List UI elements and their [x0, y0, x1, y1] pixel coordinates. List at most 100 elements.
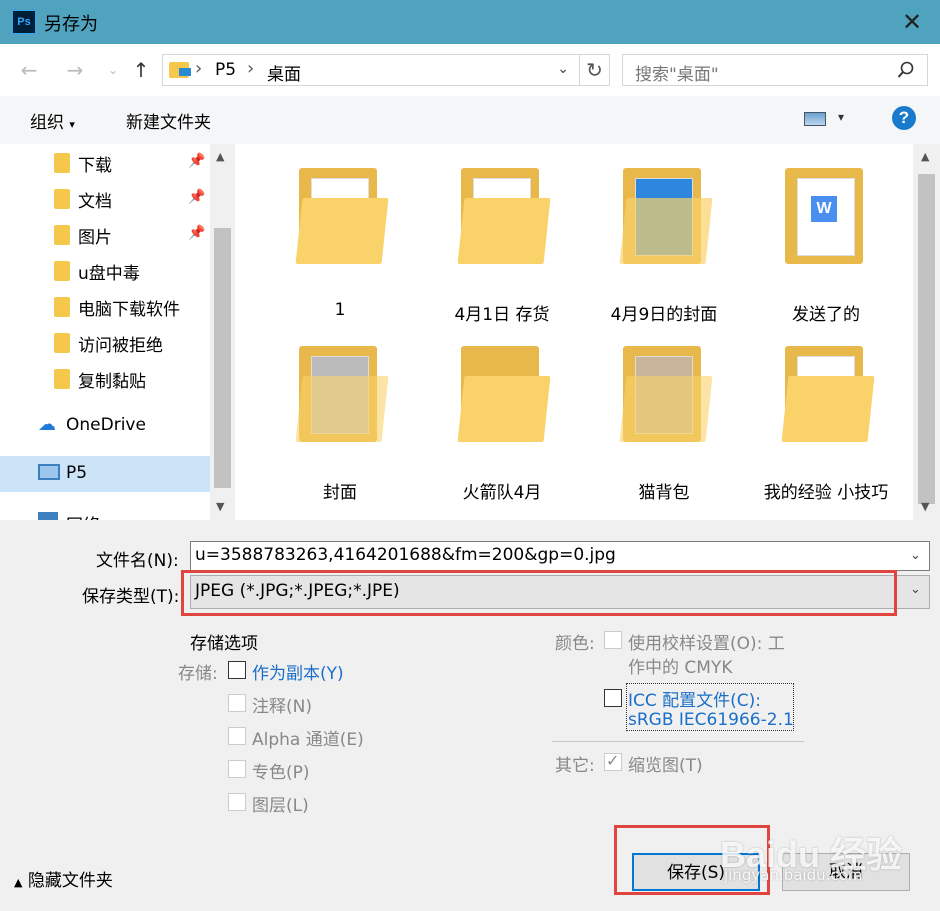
sidebar-item-label: 下载	[78, 156, 112, 176]
sidebar-item-label: P5	[66, 463, 88, 483]
alpha-channel-checkbox	[228, 727, 246, 745]
chevron-down-icon[interactable]: ⌄	[557, 61, 569, 77]
refresh-icon[interactable]: ↻	[579, 55, 609, 85]
sidebar-item-downloads[interactable]: 下载 📌	[0, 144, 210, 180]
sidebar-item-network[interactable]: 网络	[0, 504, 210, 520]
folder-icon	[781, 346, 875, 442]
command-toolbar: 组织 ▾ 新建文件夹	[0, 96, 940, 144]
folder-item[interactable]: 4月1日 存货	[427, 144, 577, 325]
file-list-scrollbar[interactable]: ▲ ▼	[913, 144, 940, 520]
search-icon	[897, 61, 914, 78]
proof-setup-checkbox	[604, 631, 622, 649]
folder-preview-icon	[295, 346, 389, 442]
sidebar-scrollbar[interactable]: ▲ ▼	[210, 144, 235, 520]
folder-icon	[54, 369, 70, 389]
close-button[interactable]: ✕	[898, 8, 926, 36]
as-copy-checkbox[interactable]	[228, 661, 246, 679]
pin-icon: 📌	[188, 225, 206, 241]
folder-item[interactable]: 封面	[265, 322, 415, 503]
scroll-down-icon[interactable]: ▼	[921, 500, 929, 513]
cloud-icon: ☁	[38, 414, 56, 435]
breadcrumb-p5[interactable]: P5	[215, 60, 236, 80]
folder-item[interactable]: 猫背包	[589, 322, 739, 503]
sidebar-item-label: 访问被拒绝	[78, 336, 163, 356]
options-divider	[552, 741, 804, 742]
forward-arrow-icon[interactable]: →	[62, 57, 88, 83]
caret-up-icon: ▲	[14, 876, 23, 889]
sidebar-item-access-denied[interactable]: 访问被拒绝	[0, 324, 210, 360]
help-icon[interactable]: ?	[892, 106, 916, 130]
folder-icon	[54, 333, 70, 353]
folder-preview-icon	[619, 346, 713, 442]
icc-profile-label-line1[interactable]: ICC 配置文件(C):	[628, 686, 761, 711]
breadcrumb-separator-icon: ›	[195, 58, 203, 79]
folder-item[interactable]: 火箭队4月	[427, 322, 577, 503]
filename-label: 文件名(N):	[96, 551, 179, 571]
window-title: 另存为	[44, 14, 98, 35]
alpha-channel-label: Alpha 通道(E)	[252, 730, 364, 750]
folder-name: 1	[334, 300, 346, 320]
back-arrow-icon[interactable]: ←	[16, 57, 42, 83]
icc-profile-label-line2[interactable]: sRGB IEC61966-2.1	[628, 710, 794, 730]
recent-chevron-down-icon[interactable]: ⌄	[100, 57, 126, 83]
pin-icon: 📌	[188, 189, 206, 205]
folder-name: 我的经验 小技巧	[763, 483, 889, 503]
sidebar-item-label: 网络	[66, 511, 100, 520]
thumbnail-label: 缩览图(T)	[628, 756, 703, 776]
sidebar-item-u-disk[interactable]: u盘中毒	[0, 252, 210, 288]
storage-options-heading: 存储选项	[190, 634, 258, 654]
spot-color-checkbox	[228, 760, 246, 778]
breadcrumb-desktop[interactable]: 桌面	[267, 60, 301, 85]
scroll-down-icon[interactable]: ▼	[216, 500, 224, 513]
sidebar-item-label: 文档	[78, 192, 112, 212]
filename-field[interactable]: u=3588783263,4164201688&fm=200&gp=0.jpg	[190, 541, 930, 571]
folder-icon	[54, 261, 70, 281]
sidebar-item-copy-paste[interactable]: 复制黏贴	[0, 360, 210, 396]
word-document-folder-icon: W	[785, 168, 871, 264]
folder-item[interactable]: W 发送了的	[751, 144, 901, 325]
folder-item[interactable]: 我的经验 小技巧	[751, 322, 901, 503]
hide-folders-toggle[interactable]: ▲ 隐藏文件夹	[14, 866, 113, 891]
sidebar-item-label: 图片	[78, 228, 112, 248]
icc-profile-checkbox[interactable]	[604, 689, 622, 707]
folder-item[interactable]: 4月9日的封面	[589, 144, 739, 325]
view-mode-icon[interactable]	[804, 112, 826, 126]
save-type-label: 保存类型(T):	[82, 587, 180, 607]
sidebar-item-pictures[interactable]: 图片 📌	[0, 216, 210, 252]
folder-item[interactable]: 1	[265, 144, 415, 320]
new-folder-button[interactable]: 新建文件夹	[126, 108, 211, 133]
hide-folders-label: 隐藏文件夹	[27, 871, 113, 891]
as-copy-label[interactable]: 作为副本(Y)	[252, 659, 344, 684]
network-icon	[38, 512, 58, 520]
layers-label: 图层(L)	[252, 796, 309, 816]
download-folder-icon	[54, 153, 70, 173]
chevron-down-icon[interactable]: ⌄	[910, 582, 921, 597]
organize-button[interactable]: 组织 ▾	[30, 108, 75, 133]
folder-icon	[169, 62, 191, 78]
sidebar-item-onedrive[interactable]: ☁ OneDrive	[0, 408, 210, 444]
scroll-up-icon[interactable]: ▲	[921, 150, 929, 163]
pin-icon: 📌	[188, 153, 206, 169]
spot-color-label: 专色(P)	[252, 763, 310, 783]
sidebar-item-software[interactable]: 电脑下载软件	[0, 288, 210, 324]
up-arrow-icon[interactable]: ↑	[128, 57, 154, 83]
folder-name: 封面	[323, 483, 357, 503]
scroll-up-icon[interactable]: ▲	[216, 150, 224, 163]
address-bar[interactable]: › P5 › 桌面 ⌄ ↻	[162, 54, 610, 86]
folder-name: 火箭队4月	[462, 483, 542, 503]
scrollbar-thumb[interactable]	[918, 174, 935, 504]
search-input[interactable]: 搜索"桌面"	[622, 54, 928, 86]
photoshop-icon: Ps	[12, 10, 36, 34]
notes-label: 注释(N)	[252, 697, 312, 717]
color-label: 颜色:	[555, 634, 595, 654]
sidebar-item-p5[interactable]: P5	[0, 456, 210, 492]
storage-label: 存储:	[178, 664, 218, 684]
sidebar-item-documents[interactable]: 文档 📌	[0, 180, 210, 216]
caret-down-icon: ▾	[69, 118, 75, 131]
search-placeholder: 搜索"桌面"	[635, 65, 719, 85]
chevron-down-icon[interactable]: ⌄	[910, 548, 921, 563]
scrollbar-thumb[interactable]	[214, 228, 231, 488]
highlight-box	[181, 570, 897, 616]
thumbnail-checkbox	[604, 751, 622, 771]
caret-down-icon[interactable]: ▾	[838, 110, 844, 124]
